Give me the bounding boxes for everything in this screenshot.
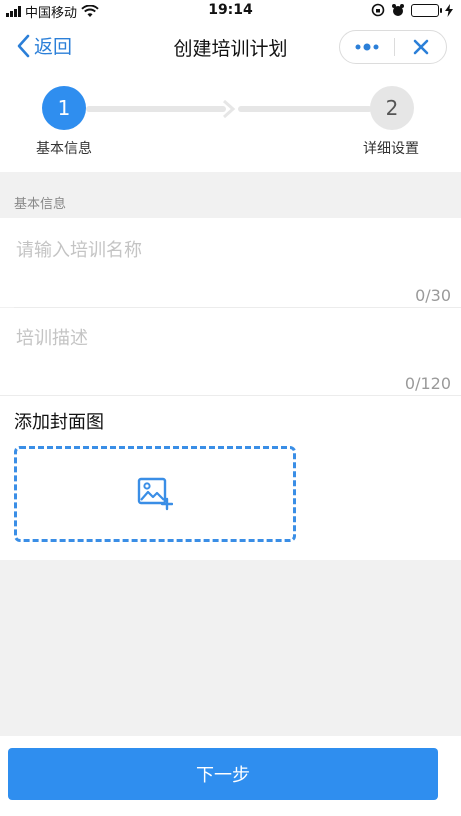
status-right — [371, 3, 453, 17]
step-1-circle: 1 — [42, 86, 86, 130]
section-title: 基本信息 — [14, 197, 67, 212]
alarm-icon — [392, 4, 404, 16]
rotation-lock-icon — [371, 3, 385, 17]
step-connector-right — [238, 106, 372, 112]
cover-label: 添加封面图 — [14, 412, 104, 433]
step-1-number: 1 — [57, 96, 71, 120]
more-dots-icon — [355, 43, 379, 51]
nav-bar: 返回 创建培训计划 — [0, 22, 461, 72]
footer-bar: 下一步 — [0, 736, 461, 816]
step-1-label: 基本信息 — [36, 141, 92, 157]
section-header: 基本信息 — [0, 172, 461, 218]
progress-stepper: 1 基本信息 2 详细设置 — [0, 72, 461, 172]
menu-capsule — [339, 30, 447, 64]
back-button[interactable]: 返回 — [16, 32, 72, 59]
cover-section: 添加封面图 — [0, 396, 461, 560]
add-image-icon — [137, 477, 173, 511]
step-connector-left — [86, 106, 226, 112]
status-bar: 中国移动 19:14 — [0, 0, 461, 22]
training-name-field[interactable]: 请输入培训名称 0/30 — [0, 218, 461, 307]
training-name-counter: 0/30 — [415, 286, 451, 305]
charging-icon — [445, 3, 453, 17]
training-name-placeholder: 请输入培训名称 — [16, 240, 142, 261]
battery-icon — [411, 3, 442, 17]
cover-upload-button[interactable] — [14, 446, 296, 542]
next-step-label: 下一步 — [196, 765, 250, 786]
step-2-circle: 2 — [370, 86, 414, 130]
step-2-number: 2 — [385, 96, 399, 120]
more-button[interactable] — [340, 31, 394, 63]
training-description-counter: 0/120 — [404, 374, 451, 393]
training-description-placeholder: 培训描述 — [16, 328, 88, 349]
next-step-button[interactable]: 下一步 — [8, 748, 438, 800]
step-arrow-icon — [223, 99, 236, 119]
step-2-label: 详细设置 — [363, 141, 419, 157]
training-description-field[interactable]: 培训描述 0/120 — [0, 308, 461, 395]
close-button[interactable] — [395, 31, 446, 63]
close-icon — [413, 39, 428, 55]
chevron-left-icon — [17, 34, 30, 57]
back-label: 返回 — [34, 36, 73, 58]
